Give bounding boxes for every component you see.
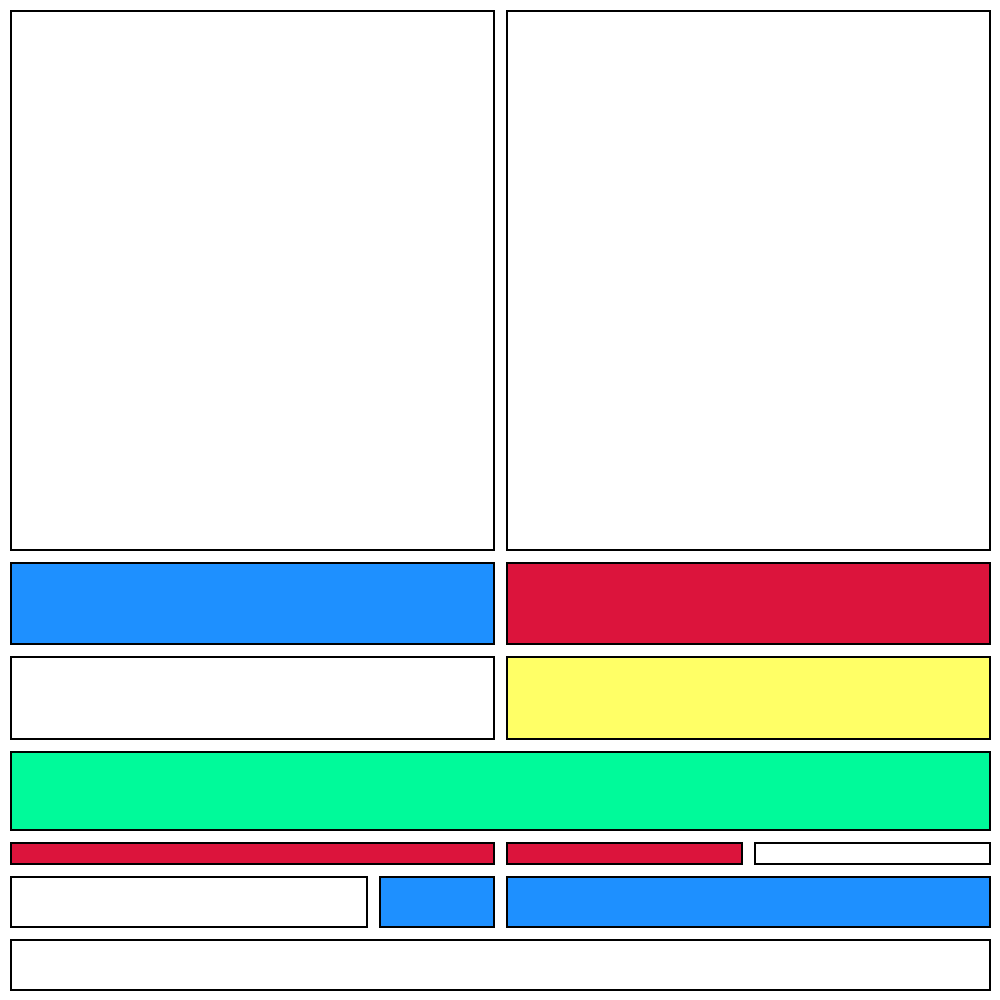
panel-row6-left bbox=[10, 876, 368, 928]
panel-top-right-large bbox=[506, 10, 991, 551]
panel-row7-full bbox=[10, 939, 991, 991]
panel-row2-right bbox=[506, 562, 991, 645]
panel-row4-full bbox=[10, 751, 991, 831]
panel-row5-left bbox=[10, 842, 495, 865]
panel-row6-right bbox=[506, 876, 991, 928]
panel-row5-middle bbox=[506, 842, 743, 865]
panel-top-left-large bbox=[10, 10, 495, 551]
panel-row6-middle bbox=[379, 876, 495, 928]
panel-row5-right bbox=[754, 842, 991, 865]
panel-row2-left bbox=[10, 562, 495, 645]
panel-row3-left bbox=[10, 656, 495, 740]
panel-row3-right bbox=[506, 656, 991, 740]
